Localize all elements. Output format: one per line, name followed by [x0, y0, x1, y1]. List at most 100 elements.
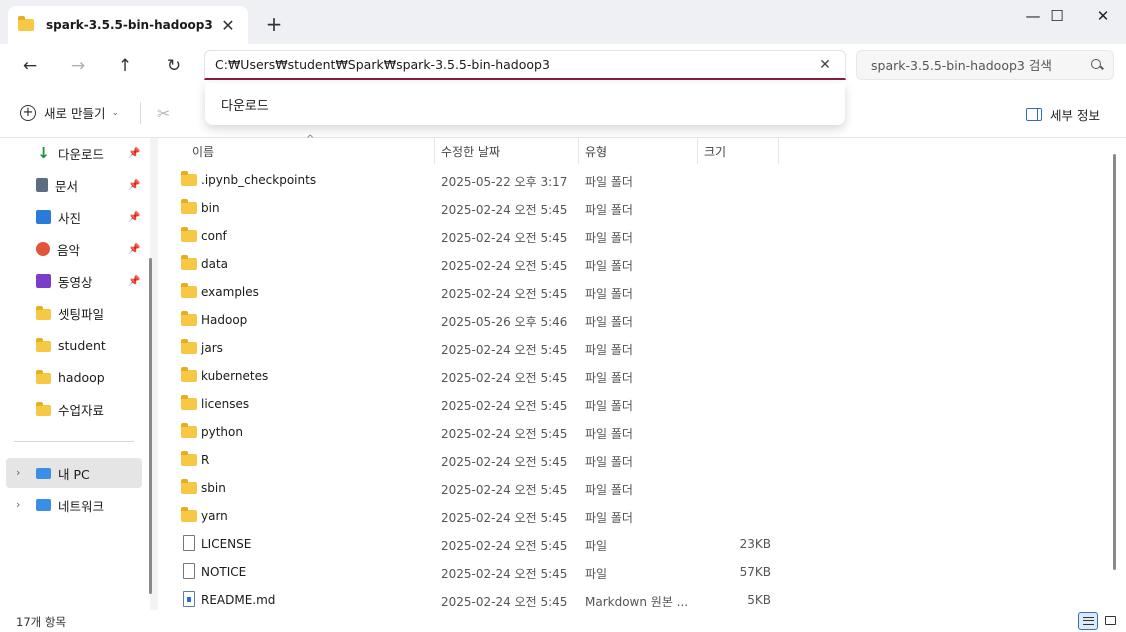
- file-icon: [183, 535, 195, 551]
- details-view-button[interactable]: [1078, 612, 1098, 630]
- up-button[interactable]: ↑: [111, 52, 139, 80]
- address-suggestion[interactable]: 다운로드: [205, 83, 845, 125]
- table-row[interactable]: kubernetes 2025-02-24 오전 5:45 파일 폴더: [174, 362, 774, 390]
- close-window-button[interactable]: ✕: [1080, 0, 1126, 32]
- sidebar-item-label: 수업자료: [58, 402, 105, 418]
- sidebar-scrollbar[interactable]: [149, 258, 152, 594]
- new-button[interactable]: + 새로 만들기 ⌄: [20, 103, 119, 122]
- sidebar-item-label: hadoop: [58, 369, 105, 385]
- tab-close-icon[interactable]: ✕: [218, 16, 238, 35]
- table-row[interactable]: Hadoop 2025-05-26 오후 5:46 파일 폴더: [174, 306, 774, 334]
- table-row[interactable]: R 2025-02-24 오전 5:45 파일 폴더: [174, 446, 774, 474]
- sidebar-item-setting-files[interactable]: 셋팅파일: [36, 300, 146, 326]
- refresh-button[interactable]: ↻: [160, 52, 188, 80]
- maximize-button[interactable]: ☐: [1034, 0, 1080, 32]
- forward-button[interactable]: →: [64, 52, 92, 80]
- file-type: 파일 폴더: [585, 231, 633, 245]
- file-type: 파일: [585, 539, 608, 553]
- folder-icon: [36, 401, 51, 416]
- table-row[interactable]: examples 2025-02-24 오전 5:45 파일 폴더: [174, 278, 774, 306]
- sidebar-item-student[interactable]: student: [36, 332, 146, 358]
- back-button[interactable]: ←: [16, 52, 44, 80]
- sidebar-item-this-pc[interactable]: 내 PC: [36, 460, 146, 486]
- table-row[interactable]: .ipynb_checkpoints 2025-05-22 오후 3:17 파일 폴…: [174, 166, 774, 194]
- file-name: NOTICE: [201, 565, 247, 579]
- file-name: conf: [201, 229, 227, 243]
- table-row[interactable]: data 2025-02-24 오전 5:45 파일 폴더: [174, 250, 774, 278]
- cut-icon[interactable]: ✂: [157, 104, 170, 123]
- tiles-view-button[interactable]: [1101, 612, 1121, 630]
- file-type: 파일 폴더: [585, 483, 633, 497]
- sidebar-item-class-materials[interactable]: 수업자료: [36, 396, 146, 422]
- computer-icon: [36, 467, 51, 479]
- table-row[interactable]: sbin 2025-02-24 오전 5:45 파일 폴더: [174, 474, 774, 502]
- sidebar-item-hadoop[interactable]: hadoop: [36, 364, 146, 390]
- file-name: jars: [201, 341, 223, 355]
- table-row[interactable]: bin 2025-02-24 오전 5:45 파일 폴더: [174, 194, 774, 222]
- sidebar-item-videos[interactable]: 동영상 📌: [36, 268, 146, 294]
- sidebar-divider: [14, 441, 134, 442]
- file-type: 파일 폴더: [585, 427, 633, 441]
- music-icon: [36, 242, 50, 256]
- folder-icon: [36, 305, 51, 320]
- file-type: Markdown 원본 ...: [585, 595, 689, 609]
- sidebar-item-music[interactable]: 음악 📌: [36, 236, 146, 262]
- file-name: LICENSE: [201, 537, 252, 551]
- file-name: bin: [201, 201, 220, 215]
- sidebar-item-label: 사진: [58, 210, 82, 226]
- column-header-modified[interactable]: 수정한 날짜: [435, 138, 577, 164]
- folder-icon: [181, 395, 197, 410]
- sidebar-item-label: 네트워크: [58, 498, 105, 514]
- sidebar-item-network[interactable]: 네트워크: [36, 492, 146, 518]
- video-icon: [36, 274, 51, 288]
- navigation-pane: ↓ 다운로드 📌 문서 📌 사진 📌 음악 📌 동영상 📌 셋팅파일 stude…: [0, 138, 150, 610]
- file-name: README.md: [201, 593, 276, 607]
- folder-icon: [36, 337, 51, 352]
- search-input[interactable]: [871, 57, 1089, 73]
- table-row[interactable]: LICENSE 2025-02-24 오전 5:45 파일 23KB: [174, 530, 774, 558]
- table-row[interactable]: yarn 2025-02-24 오전 5:45 파일 폴더: [174, 502, 774, 530]
- column-header-name[interactable]: 이름: [186, 138, 436, 164]
- folder-icon: [181, 451, 197, 466]
- sidebar-item-documents[interactable]: 문서 📌: [36, 172, 146, 198]
- file-list: ^ 이름 수정한 날짜 유형 크기 .ipynb_checkpoints 2025…: [158, 134, 1126, 610]
- file-type: 파일 폴더: [585, 203, 633, 217]
- clear-address-icon[interactable]: ✕: [815, 57, 835, 73]
- column-header-type[interactable]: 유형: [579, 138, 697, 164]
- address-input[interactable]: [215, 57, 815, 72]
- suggestion-item[interactable]: 다운로드: [221, 95, 269, 114]
- file-name: yarn: [201, 509, 228, 523]
- folder-icon: [181, 423, 197, 438]
- status-bar: 17개 항목: [0, 610, 1126, 632]
- folder-icon: [18, 16, 34, 31]
- folder-icon: [181, 311, 197, 326]
- table-row[interactable]: NOTICE 2025-02-24 오전 5:45 파일 57KB: [174, 558, 774, 586]
- details-pane-button[interactable]: 세부 정보: [1026, 105, 1100, 124]
- file-type: 파일: [585, 567, 608, 581]
- table-row[interactable]: jars 2025-02-24 오전 5:45 파일 폴더: [174, 334, 774, 362]
- pin-icon: 📌: [128, 211, 141, 223]
- file-name: .ipynb_checkpoints: [201, 173, 317, 187]
- address-bar[interactable]: ✕: [204, 50, 846, 80]
- file-name: data: [201, 257, 229, 271]
- file-list-scrollbar[interactable]: [1113, 154, 1116, 570]
- chevron-right-icon[interactable]: ›: [16, 466, 20, 479]
- file-date: 2025-02-24 오전 5:45: [441, 343, 568, 357]
- table-row[interactable]: python 2025-02-24 오전 5:45 파일 폴더: [174, 418, 774, 446]
- search-box[interactable]: [856, 50, 1114, 80]
- tab-spark[interactable]: spark-3.5.5-bin-hadoop3 ✕: [8, 6, 248, 44]
- file-date: 2025-02-24 오전 5:45: [441, 427, 568, 441]
- new-tab-button[interactable]: +: [262, 12, 286, 36]
- folder-icon: [181, 283, 197, 298]
- sidebar-item-pictures[interactable]: 사진 📌: [36, 204, 146, 230]
- sidebar-item-downloads[interactable]: ↓ 다운로드 📌: [36, 140, 146, 166]
- table-row[interactable]: licenses 2025-02-24 오전 5:45 파일 폴더: [174, 390, 774, 418]
- markdown-file-icon: [183, 591, 195, 607]
- search-icon[interactable]: [1089, 57, 1105, 73]
- column-divider[interactable]: [778, 138, 779, 164]
- table-row[interactable]: conf 2025-02-24 오전 5:45 파일 폴더: [174, 222, 774, 250]
- sidebar-item-label: 동영상: [58, 274, 93, 290]
- chevron-right-icon[interactable]: ›: [16, 498, 20, 511]
- column-header-size[interactable]: 크기: [698, 138, 778, 164]
- file-name: Hadoop: [201, 313, 248, 327]
